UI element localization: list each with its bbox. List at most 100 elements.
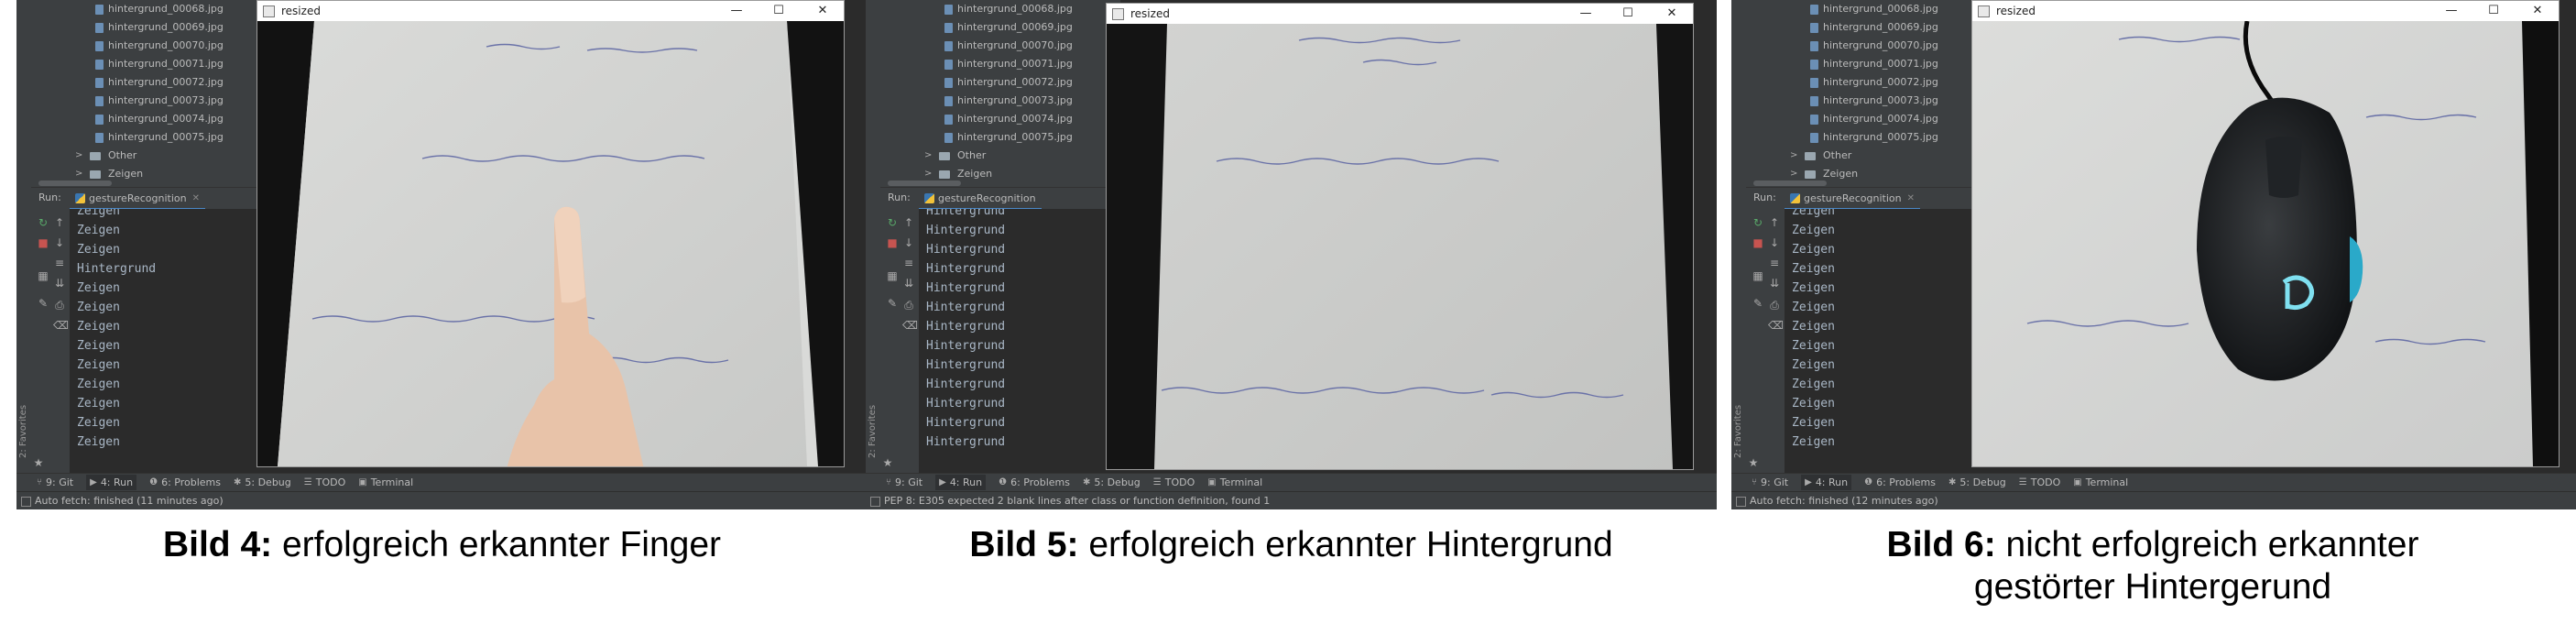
- trash-icon[interactable]: ⌫: [902, 319, 918, 332]
- file-item[interactable]: hintergrund_00071.jpg: [880, 55, 1120, 73]
- file-item[interactable]: hintergrund_00070.jpg: [1746, 37, 1986, 55]
- file-item[interactable]: hintergrund_00074.jpg: [1746, 110, 1986, 128]
- layout-icon[interactable]: ▦: [886, 269, 899, 282]
- resized-window[interactable]: resized — ☐ ✕: [1971, 0, 2560, 467]
- file-item[interactable]: hintergrund_00071.jpg: [31, 55, 271, 73]
- tab-git[interactable]: ⑂ 9: Git: [1752, 476, 1788, 488]
- tab-debug[interactable]: ✱ 5: Debug: [1083, 476, 1141, 488]
- horizontal-scrollbar[interactable]: [31, 180, 271, 187]
- trash-icon[interactable]: ⌫: [53, 319, 69, 332]
- rerun-icon[interactable]: ↻: [886, 216, 899, 229]
- scrollbar-thumb[interactable]: [38, 181, 112, 186]
- file-item[interactable]: hintergrund_00071.jpg: [1746, 55, 1986, 73]
- chevron-right-icon[interactable]: >: [1790, 147, 1797, 165]
- minimize-button[interactable]: —: [2430, 1, 2472, 21]
- window-titlebar[interactable]: resized — ☐ ✕: [1972, 1, 2559, 21]
- run-tab[interactable]: gestureRecognition ✕: [70, 188, 205, 210]
- close-button[interactable]: ✕: [802, 1, 844, 21]
- file-item[interactable]: hintergrund_00069.jpg: [31, 18, 271, 37]
- maximize-button[interactable]: ☐: [2472, 1, 2515, 21]
- chevron-right-icon[interactable]: >: [75, 147, 82, 165]
- arrow-up-icon[interactable]: ↑: [1768, 216, 1781, 229]
- file-item[interactable]: hintergrund_00068.jpg: [31, 0, 271, 18]
- tab-problems[interactable]: ❶ 6: Problems: [1864, 476, 1936, 488]
- tab-terminal[interactable]: ▣ Terminal: [1207, 476, 1262, 488]
- chevron-right-icon[interactable]: >: [924, 147, 932, 165]
- close-icon[interactable]: ✕: [1907, 193, 1915, 203]
- arrow-down-icon[interactable]: ↓: [902, 236, 915, 249]
- tab-problems[interactable]: ❶ 6: Problems: [149, 476, 221, 488]
- horizontal-scrollbar[interactable]: [1746, 180, 1986, 187]
- folder-item-other[interactable]: > Other: [880, 147, 1120, 165]
- tab-terminal[interactable]: ▣ Terminal: [2073, 476, 2128, 488]
- pin-icon[interactable]: ✎: [37, 297, 49, 310]
- star-icon[interactable]: ★: [881, 456, 894, 469]
- window-titlebar[interactable]: resized — ☐ ✕: [257, 1, 844, 21]
- pin-icon[interactable]: ✎: [1752, 297, 1764, 310]
- favorites-tab[interactable]: 2: Favorites: [18, 385, 29, 458]
- scroll-to-end-icon[interactable]: ⇊: [53, 277, 66, 290]
- tab-run[interactable]: ▶ 4: Run: [86, 475, 137, 490]
- tab-run[interactable]: ▶ 4: Run: [1801, 475, 1852, 490]
- star-icon[interactable]: ★: [1747, 456, 1760, 469]
- tab-todo[interactable]: ☰ TODO: [2019, 476, 2060, 488]
- close-icon[interactable]: ✕: [192, 193, 200, 203]
- file-item[interactable]: hintergrund_00072.jpg: [880, 73, 1120, 92]
- minimize-button[interactable]: —: [715, 1, 758, 21]
- file-item[interactable]: hintergrund_00070.jpg: [880, 37, 1120, 55]
- file-item[interactable]: hintergrund_00068.jpg: [880, 0, 1120, 18]
- arrow-down-icon[interactable]: ↓: [53, 236, 66, 249]
- layout-icon[interactable]: ▦: [37, 269, 49, 282]
- file-item[interactable]: hintergrund_00073.jpg: [880, 92, 1120, 110]
- trash-icon[interactable]: ⌫: [1768, 319, 1784, 332]
- minimize-button[interactable]: —: [1565, 4, 1607, 24]
- status-toggle-icon[interactable]: [1736, 497, 1746, 507]
- file-item[interactable]: hintergrund_00074.jpg: [31, 110, 271, 128]
- rerun-icon[interactable]: ↻: [37, 216, 49, 229]
- tab-todo[interactable]: ☰ TODO: [304, 476, 345, 488]
- file-item[interactable]: hintergrund_00072.jpg: [31, 73, 271, 92]
- window-titlebar[interactable]: resized — ☐ ✕: [1107, 4, 1693, 24]
- file-item[interactable]: hintergrund_00073.jpg: [31, 92, 271, 110]
- close-button[interactable]: ✕: [2516, 1, 2559, 21]
- stop-icon[interactable]: ■: [886, 236, 899, 249]
- maximize-button[interactable]: ☐: [1607, 4, 1649, 24]
- favorites-tab[interactable]: 2: Favorites: [1733, 385, 1744, 458]
- scroll-to-end-icon[interactable]: ⇊: [1768, 277, 1781, 290]
- soft-wrap-icon[interactable]: ≡: [53, 257, 66, 269]
- tab-todo[interactable]: ☰ TODO: [1153, 476, 1195, 488]
- tab-terminal[interactable]: ▣ Terminal: [358, 476, 413, 488]
- maximize-button[interactable]: ☐: [758, 1, 800, 21]
- tab-debug[interactable]: ✱ 5: Debug: [1948, 476, 2006, 488]
- file-item[interactable]: hintergrund_00072.jpg: [1746, 73, 1986, 92]
- tab-problems[interactable]: ❶ 6: Problems: [999, 476, 1070, 488]
- file-item[interactable]: hintergrund_00075.jpg: [880, 128, 1120, 147]
- print-icon[interactable]: ⎙: [53, 299, 66, 312]
- rerun-icon[interactable]: ↻: [1752, 216, 1764, 229]
- arrow-up-icon[interactable]: ↑: [902, 216, 915, 229]
- resized-window[interactable]: resized — ☐ ✕: [1106, 3, 1694, 470]
- close-button[interactable]: ✕: [1651, 4, 1693, 24]
- tab-git[interactable]: ⑂ 9: Git: [886, 476, 922, 488]
- stop-icon[interactable]: ■: [1752, 236, 1764, 249]
- print-icon[interactable]: ⎙: [902, 299, 915, 312]
- arrow-up-icon[interactable]: ↑: [53, 216, 66, 229]
- file-item[interactable]: hintergrund_00069.jpg: [1746, 18, 1986, 37]
- stop-icon[interactable]: ■: [37, 236, 49, 249]
- folder-item-other[interactable]: > Other: [1746, 147, 1986, 165]
- favorites-tab[interactable]: 2: Favorites: [868, 385, 879, 458]
- resized-window[interactable]: resized — ☐ ✕: [257, 0, 845, 467]
- horizontal-scrollbar[interactable]: [880, 180, 1120, 187]
- tab-debug[interactable]: ✱ 5: Debug: [234, 476, 291, 488]
- file-item[interactable]: hintergrund_00075.jpg: [1746, 128, 1986, 147]
- tab-run[interactable]: ▶ 4: Run: [935, 475, 987, 490]
- scrollbar-thumb[interactable]: [888, 181, 961, 186]
- file-item[interactable]: hintergrund_00074.jpg: [880, 110, 1120, 128]
- print-icon[interactable]: ⎙: [1768, 299, 1781, 312]
- file-item[interactable]: hintergrund_00069.jpg: [880, 18, 1120, 37]
- run-tab[interactable]: gestureRecognition: [919, 188, 1042, 210]
- file-item[interactable]: hintergrund_00075.jpg: [31, 128, 271, 147]
- pin-icon[interactable]: ✎: [886, 297, 899, 310]
- soft-wrap-icon[interactable]: ≡: [1768, 257, 1781, 269]
- status-toggle-icon[interactable]: [21, 497, 31, 507]
